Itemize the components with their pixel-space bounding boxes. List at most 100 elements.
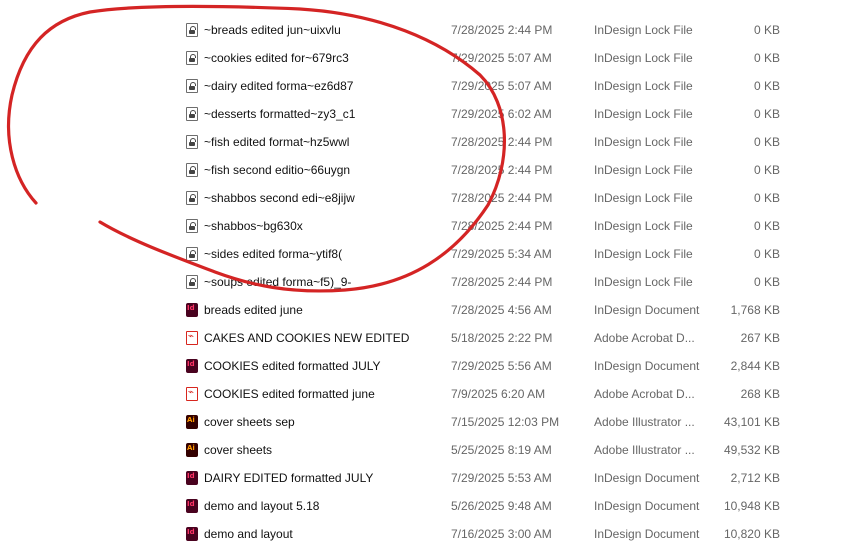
file-row[interactable]: ~shabbos~bg630x 7/28/2025 2:44 PM InDesign… xyxy=(0,212,855,240)
indesign-file-icon xyxy=(186,359,198,373)
file-type: InDesign Lock File xyxy=(594,51,693,65)
file-type: Adobe Acrobat D... xyxy=(594,331,695,345)
file-name: breads edited june xyxy=(204,303,303,317)
file-name: ~desserts formatted~zy3_c1 xyxy=(204,107,356,121)
file-row[interactable]: ~fish second editio~66uygn 7/28/2025 2:44… xyxy=(0,156,855,184)
file-name: ~sides edited forma~ytif8( xyxy=(204,247,343,261)
file-date-modified: 5/18/2025 2:22 PM xyxy=(451,331,553,345)
file-row[interactable]: COOKIES edited formatted JULY 7/29/2025 5… xyxy=(0,352,855,380)
file-type: InDesign Lock File xyxy=(594,79,693,93)
file-row[interactable]: ~shabbos second edi~e8jijw 7/28/2025 2:44… xyxy=(0,184,855,212)
file-name: COOKIES edited formatted june xyxy=(204,387,375,401)
file-type: Adobe Illustrator ... xyxy=(594,443,695,457)
file-row[interactable]: COOKIES edited formatted june 7/9/2025 6:… xyxy=(0,380,855,408)
file-size: 268 KB xyxy=(740,387,780,401)
indesign-file-icon xyxy=(186,527,198,541)
file-size: 0 KB xyxy=(753,247,780,261)
lock-file-icon xyxy=(186,163,198,177)
indesign-file-icon xyxy=(186,303,198,317)
file-type: InDesign Document xyxy=(594,527,700,541)
file-name: ~shabbos~bg630x xyxy=(204,219,303,233)
file-date-modified: 7/29/2025 5:07 AM xyxy=(451,51,552,65)
file-name: demo and layout xyxy=(204,527,293,541)
file-size: 0 KB xyxy=(753,191,780,205)
file-size: 0 KB xyxy=(753,51,780,65)
file-name: ~breads edited jun~uixvlu xyxy=(204,23,341,37)
file-date-modified: 5/25/2025 8:19 AM xyxy=(451,443,552,457)
file-size: 0 KB xyxy=(753,275,780,289)
file-type: InDesign Document xyxy=(594,471,700,485)
file-type: InDesign Document xyxy=(594,499,700,513)
file-date-modified: 7/29/2025 5:34 AM xyxy=(451,247,552,261)
file-size: 0 KB xyxy=(753,107,780,121)
indesign-file-icon xyxy=(186,499,198,513)
file-row[interactable]: DAIRY EDITED formatted JULY 7/29/2025 5:5… xyxy=(0,464,855,492)
lock-file-icon xyxy=(186,219,198,233)
file-name: ~fish second editio~66uygn xyxy=(204,163,351,177)
file-date-modified: 7/15/2025 12:03 PM xyxy=(451,415,560,429)
file-type: InDesign Lock File xyxy=(594,163,693,177)
file-row[interactable]: ~soups edited forma~f5)_9- 7/28/2025 2:44… xyxy=(0,268,855,296)
file-size: 0 KB xyxy=(753,79,780,93)
file-type: InDesign Lock File xyxy=(594,135,693,149)
lock-file-icon xyxy=(186,23,198,37)
lock-file-icon xyxy=(186,275,198,289)
lock-file-icon xyxy=(186,191,198,205)
file-type: InDesign Lock File xyxy=(594,219,693,233)
file-row[interactable]: cover sheets sep 7/15/2025 12:03 PM Adobe … xyxy=(0,408,855,436)
file-type: Adobe Acrobat D... xyxy=(594,387,695,401)
file-date-modified: 7/28/2025 4:56 AM xyxy=(451,303,552,317)
file-size: 1,768 KB xyxy=(730,303,780,317)
file-type: InDesign Lock File xyxy=(594,23,693,37)
file-row[interactable]: ~breads edited jun~uixvlu 7/28/2025 2:44 … xyxy=(0,16,855,44)
file-name: ~shabbos second edi~e8jijw xyxy=(204,191,355,205)
file-row[interactable]: breads edited june 7/28/2025 4:56 AM InDes… xyxy=(0,296,855,324)
lock-file-icon xyxy=(186,107,198,121)
file-list: ~breads edited jun~uixvlu 7/28/2025 2:44 … xyxy=(0,16,855,548)
file-size: 267 KB xyxy=(740,331,780,345)
lock-file-icon xyxy=(186,135,198,149)
file-type: InDesign Lock File xyxy=(594,107,693,121)
file-row[interactable]: CAKES AND COOKIES NEW EDITED 5/18/2025 2:… xyxy=(0,324,855,352)
indesign-file-icon xyxy=(186,471,198,485)
file-date-modified: 7/28/2025 2:44 PM xyxy=(451,135,553,149)
lock-file-icon xyxy=(186,247,198,261)
lock-file-icon xyxy=(186,79,198,93)
file-date-modified: 7/29/2025 5:56 AM xyxy=(451,359,552,373)
file-size: 10,948 KB xyxy=(723,499,780,513)
file-size: 0 KB xyxy=(753,219,780,233)
file-row[interactable]: demo and layout 5.18 5/26/2025 9:48 AM InD… xyxy=(0,492,855,520)
lock-file-icon xyxy=(186,51,198,65)
file-name: ~dairy edited forma~ez6d87 xyxy=(204,79,354,93)
illustrator-file-icon xyxy=(186,443,198,457)
file-date-modified: 7/28/2025 2:44 PM xyxy=(451,163,553,177)
file-date-modified: 7/29/2025 6:02 AM xyxy=(451,107,552,121)
file-name: ~fish edited format~hz5wwl xyxy=(204,135,350,149)
file-name: cover sheets sep xyxy=(204,415,295,429)
file-type: InDesign Lock File xyxy=(594,275,693,289)
file-date-modified: 7/28/2025 2:44 PM xyxy=(451,219,553,233)
file-row[interactable]: ~desserts formatted~zy3_c1 7/29/2025 6:02… xyxy=(0,100,855,128)
pdf-file-icon xyxy=(186,331,198,345)
file-date-modified: 7/9/2025 6:20 AM xyxy=(451,387,546,401)
file-size: 10,820 KB xyxy=(723,527,780,541)
file-date-modified: 7/28/2025 2:44 PM xyxy=(451,191,553,205)
file-row[interactable]: ~cookies edited for~679rc3 7/29/2025 5:07… xyxy=(0,44,855,72)
file-name: CAKES AND COOKIES NEW EDITED xyxy=(204,331,410,345)
file-date-modified: 7/29/2025 5:07 AM xyxy=(451,79,552,93)
file-date-modified: 5/26/2025 9:48 AM xyxy=(451,499,552,513)
file-type: InDesign Document xyxy=(594,303,700,317)
file-row[interactable]: cover sheets 5/25/2025 8:19 AM Adobe Illus… xyxy=(0,436,855,464)
file-name: cover sheets xyxy=(204,443,273,457)
file-size: 0 KB xyxy=(753,23,780,37)
file-name: DAIRY EDITED formatted JULY xyxy=(204,471,374,485)
file-type: InDesign Lock File xyxy=(594,191,693,205)
file-size: 0 KB xyxy=(753,135,780,149)
file-row[interactable]: ~sides edited forma~ytif8( 7/29/2025 5:34… xyxy=(0,240,855,268)
file-date-modified: 7/28/2025 2:44 PM xyxy=(451,275,553,289)
file-row[interactable]: ~dairy edited forma~ez6d87 7/29/2025 5:07… xyxy=(0,72,855,100)
file-type: Adobe Illustrator ... xyxy=(594,415,695,429)
file-type: InDesign Lock File xyxy=(594,247,693,261)
file-row[interactable]: ~fish edited format~hz5wwl 7/28/2025 2:44… xyxy=(0,128,855,156)
file-row[interactable]: demo and layout 7/16/2025 3:00 AM InDesign… xyxy=(0,520,855,548)
